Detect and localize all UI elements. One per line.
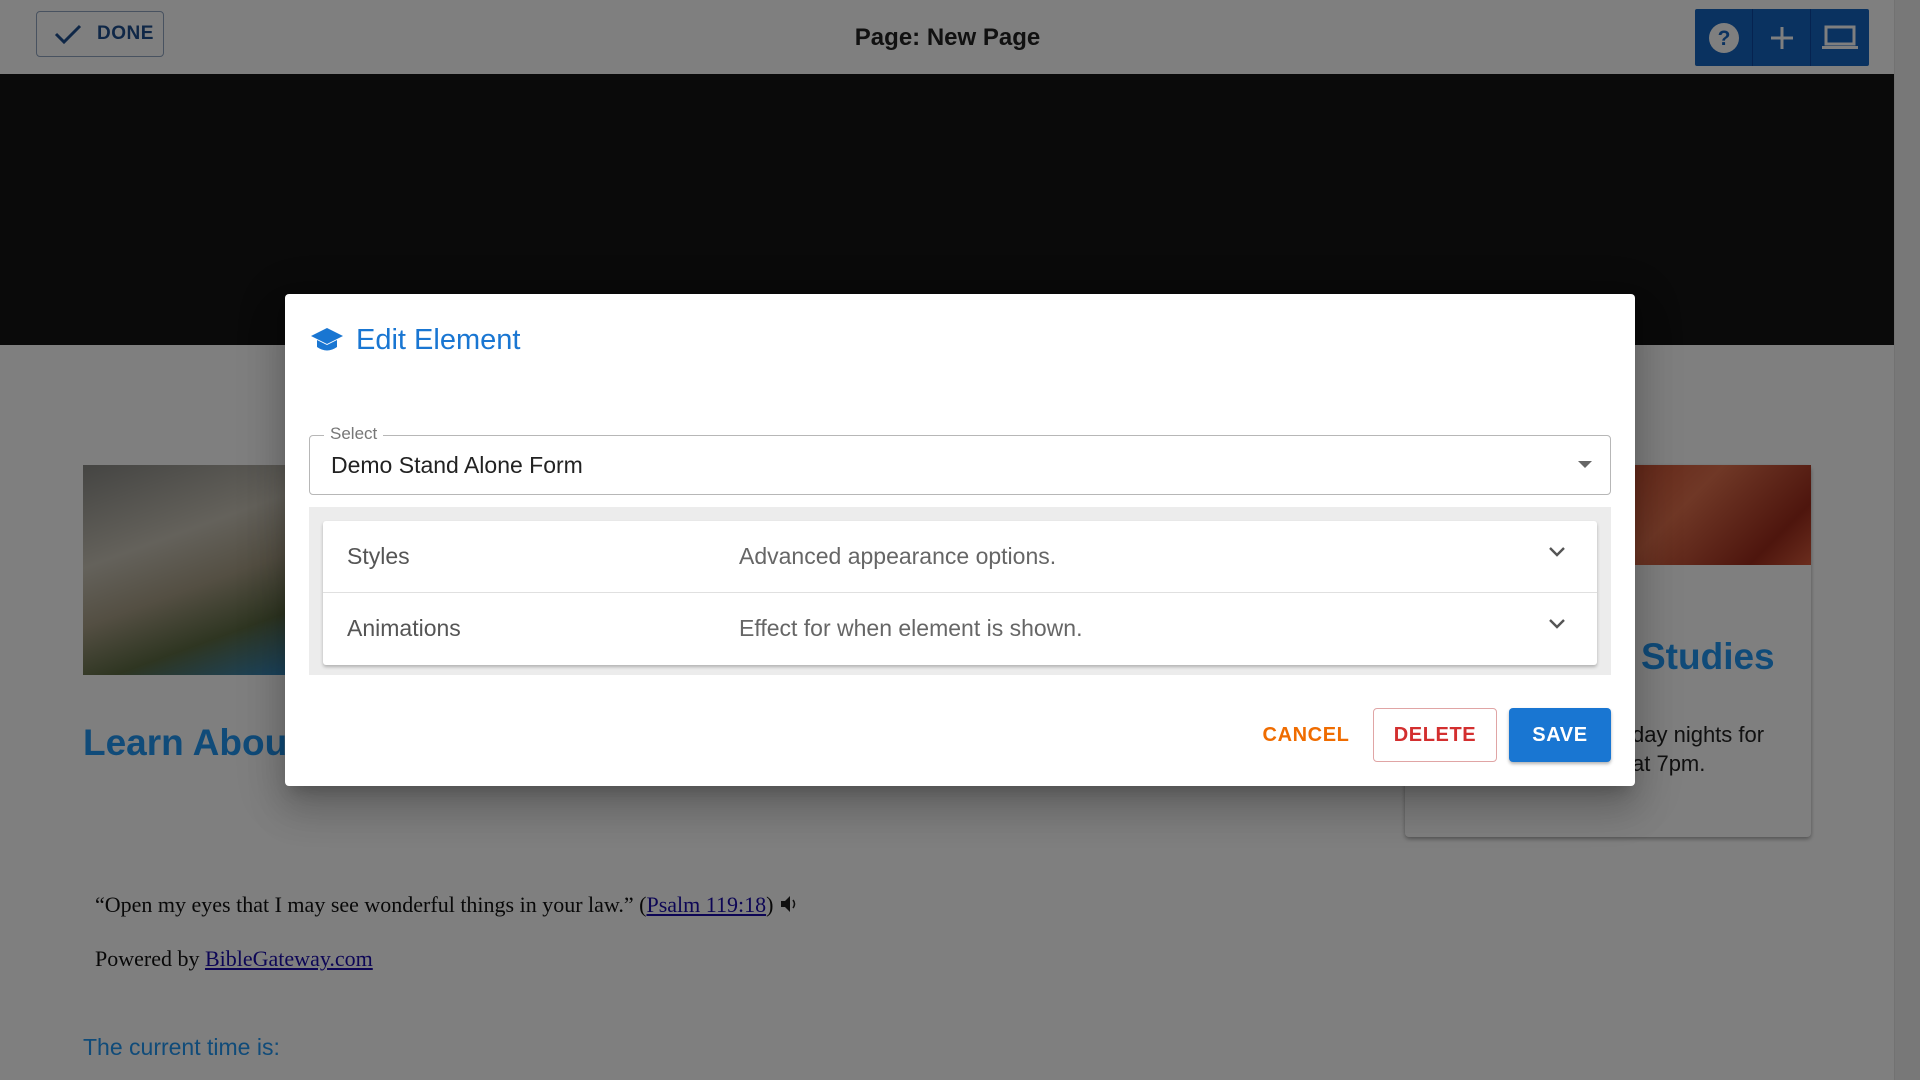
expansion-panels: Styles Advanced appearance options. Anim… [309,507,1611,675]
element-select[interactable]: Select Demo Stand Alone Form [309,424,1611,495]
panel-description: Advanced appearance options. [739,543,1057,569]
save-button[interactable]: SAVE [1509,708,1611,762]
dialog-title: Edit Element [310,324,520,357]
dialog-title-text: Edit Element [356,324,521,356]
select-value: Demo Stand Alone Form [331,452,583,478]
chevron-down-icon [1549,547,1565,557]
panel-styles[interactable]: Styles Advanced appearance options. [323,521,1597,593]
graduation-cap-icon [311,327,343,350]
select-label: Select [324,424,384,444]
cancel-button[interactable]: CANCEL [1251,708,1361,762]
delete-button[interactable]: DELETE [1373,708,1497,762]
chevron-down-icon [1549,619,1565,629]
panel-animations[interactable]: Animations Effect for when element is sh… [323,593,1597,665]
dropdown-arrow-icon [1578,461,1592,468]
panel-description: Effect for when element is shown. [739,615,1083,641]
dialog-actions: CANCEL DELETE SAVE [1251,708,1611,762]
panel-title: Styles [347,543,410,569]
panel-title: Animations [347,615,461,641]
edit-element-dialog: Edit Element Select Demo Stand Alone For… [285,294,1635,786]
panel-list: Styles Advanced appearance options. Anim… [323,521,1597,665]
